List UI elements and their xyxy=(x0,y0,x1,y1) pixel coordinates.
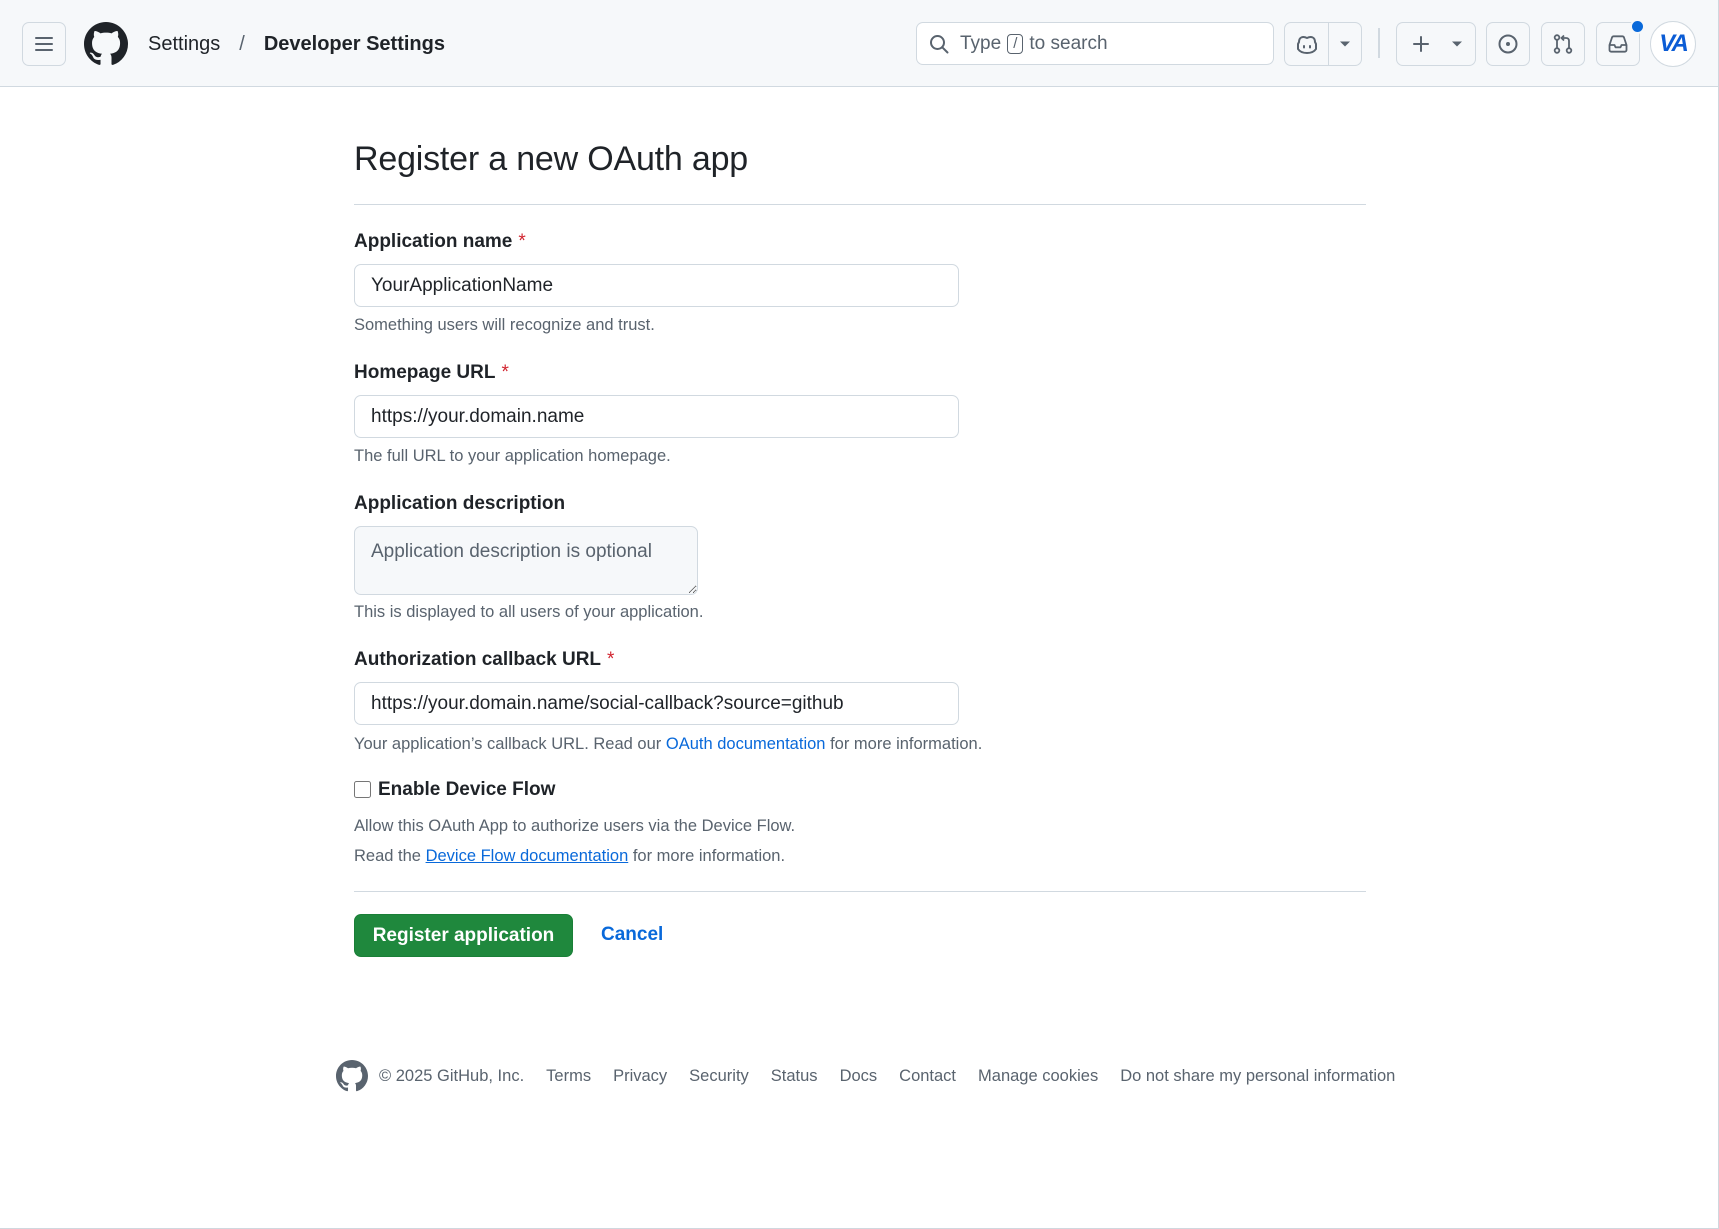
oauth-app-form: Register a new OAuth app Application nam… xyxy=(354,137,1366,957)
required-mark: * xyxy=(607,649,615,670)
copilot-button-group xyxy=(1284,22,1362,66)
search-box[interactable]: Type / to search xyxy=(916,22,1274,65)
page-title: Register a new OAuth app xyxy=(354,140,748,178)
header-separator xyxy=(1378,28,1380,58)
copilot-menu-button[interactable] xyxy=(1329,23,1361,65)
homepage-url-note: The full URL to your application homepag… xyxy=(354,447,671,465)
homepage-url-input[interactable] xyxy=(354,395,959,438)
breadcrumb-settings-link[interactable]: Settings xyxy=(148,30,220,58)
oauth-documentation-link[interactable]: OAuth documentation xyxy=(666,735,826,753)
required-mark: * xyxy=(518,231,526,252)
github-logo-icon[interactable] xyxy=(336,1060,368,1092)
callback-url-input[interactable] xyxy=(354,682,959,725)
search-shortcut-key: / xyxy=(1007,33,1024,54)
app-name-label-text: Application name xyxy=(354,231,513,252)
footer-link-manage-cookies[interactable]: Manage cookies xyxy=(978,1067,1098,1086)
page-footer: © 2025 GitHub, Inc. Terms Privacy Securi… xyxy=(336,1059,1417,1093)
device-flow-note-line2: Read the Device Flow documentation for m… xyxy=(354,844,785,868)
homepage-url-label: Homepage URL * xyxy=(354,360,509,386)
search-prefix-text: Type xyxy=(960,32,1002,54)
description-label: Application description xyxy=(354,493,566,514)
inbox-icon xyxy=(1608,35,1628,53)
footer-link-do-not-share[interactable]: Do not share my personal information xyxy=(1120,1067,1395,1086)
callback-note-text: Your application’s callback URL. Read ou… xyxy=(354,735,662,753)
footer-link-status[interactable]: Status xyxy=(771,1067,818,1086)
device-flow-documentation-link[interactable]: Device Flow documentation xyxy=(426,847,629,865)
required-mark: * xyxy=(501,362,509,383)
breadcrumb: Settings / Developer Settings xyxy=(148,30,445,58)
callback-url-label: Authorization callback URL * xyxy=(354,647,614,673)
register-application-button[interactable]: Register application xyxy=(354,914,573,957)
breadcrumb-developer-settings-link[interactable]: Developer Settings xyxy=(264,30,445,58)
search-icon xyxy=(930,34,949,53)
issue-icon xyxy=(1498,34,1518,54)
app-name-note: Something users will recognize and trust… xyxy=(354,316,655,334)
breadcrumb-separator: / xyxy=(239,33,245,55)
callback-url-label-text: Authorization callback URL xyxy=(354,649,602,670)
notification-dot xyxy=(1630,19,1645,34)
homepage-url-label-text: Homepage URL xyxy=(354,362,496,383)
menu-button[interactable] xyxy=(22,22,66,66)
callback-url-note: Your application’s callback URL. Read ou… xyxy=(354,732,982,756)
plus-icon xyxy=(1413,36,1429,52)
page: Settings / Developer Settings Type / to … xyxy=(0,0,1718,1228)
enable-device-flow-checkbox[interactable] xyxy=(354,781,371,798)
create-new-button[interactable] xyxy=(1396,22,1476,66)
issues-button[interactable] xyxy=(1486,22,1530,66)
github-logo-icon[interactable] xyxy=(84,22,128,66)
device-flow-note-line1: Allow this OAuth App to authorize users … xyxy=(354,817,796,835)
title-divider xyxy=(354,204,1366,205)
pull-request-icon xyxy=(1553,34,1573,54)
pull-requests-button[interactable] xyxy=(1541,22,1585,66)
enable-device-flow-label[interactable]: Enable Device Flow xyxy=(378,778,555,802)
copilot-button[interactable] xyxy=(1285,23,1328,65)
footer-link-docs[interactable]: Docs xyxy=(840,1067,878,1086)
footer-link-contact[interactable]: Contact xyxy=(899,1067,956,1086)
copilot-icon xyxy=(1296,36,1317,54)
global-header: Settings / Developer Settings Type / to … xyxy=(0,0,1718,87)
device-flow-note-text: Read the xyxy=(354,847,421,865)
footer-link-terms[interactable]: Terms xyxy=(546,1067,591,1086)
menu-icon xyxy=(35,37,53,51)
user-avatar[interactable]: VA xyxy=(1650,21,1696,67)
app-name-label: Application name * xyxy=(354,229,526,255)
cancel-link[interactable]: Cancel xyxy=(601,924,663,946)
footer-link-security[interactable]: Security xyxy=(689,1067,749,1086)
description-note: This is displayed to all users of your a… xyxy=(354,603,704,621)
device-flow-note-text-after: for more information. xyxy=(632,847,786,865)
form-divider xyxy=(354,891,1366,892)
chevron-down-icon xyxy=(1340,41,1350,47)
callback-note-text-after: for more information. xyxy=(830,735,983,753)
chevron-down-icon xyxy=(1452,41,1462,47)
description-textarea[interactable] xyxy=(354,526,698,595)
footer-copyright: © 2025 GitHub, Inc. xyxy=(379,1066,525,1085)
app-name-input[interactable] xyxy=(354,264,959,307)
footer-link-privacy[interactable]: Privacy xyxy=(613,1067,667,1086)
search-suffix-text: to search xyxy=(1029,32,1108,54)
